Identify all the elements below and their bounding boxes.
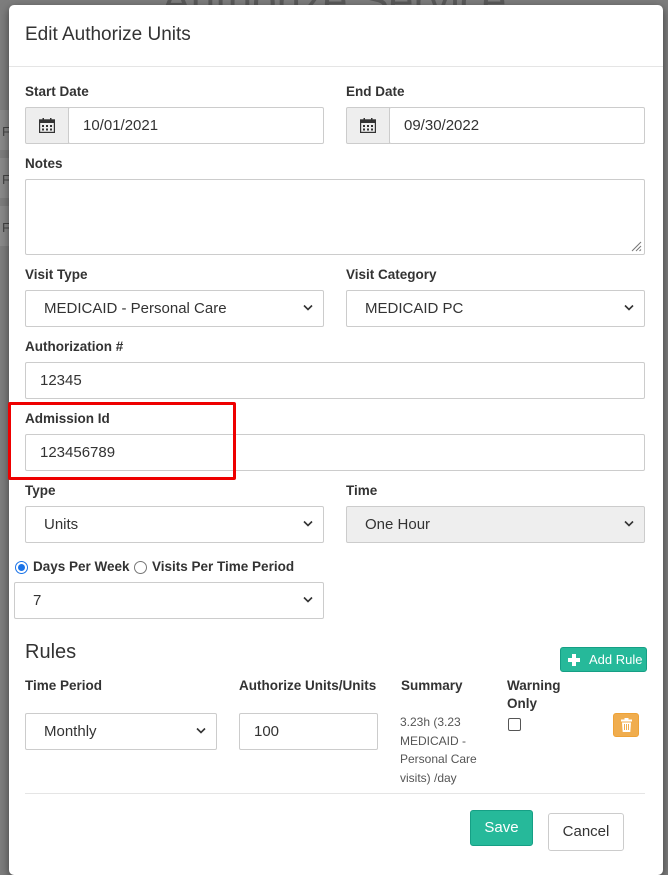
col-header-authorize-units: Authorize Units/Units [239, 678, 377, 693]
time-value: One Hour [365, 516, 431, 533]
rule-units-input[interactable]: 100 [239, 713, 378, 750]
rule-time-period-select[interactable]: Monthly [25, 713, 217, 750]
edit-authorize-units-modal: Edit Authorize Units Start Date 10/01/20… [8, 5, 663, 875]
cancel-button[interactable]: Cancel [548, 813, 624, 851]
end-date-input[interactable]: 09/30/2022 [389, 107, 645, 144]
visit-category-label: Visit Category [346, 267, 437, 282]
end-date-calendar-button[interactable] [346, 107, 390, 144]
notes-textarea[interactable] [25, 179, 645, 255]
start-date-input[interactable]: 10/01/2021 [68, 107, 324, 144]
chevron-down-icon [624, 304, 634, 311]
visit-type-value: MEDICAID - Personal Care [44, 300, 227, 317]
frequency-select[interactable]: 7 [14, 582, 324, 619]
time-select: One Hour [346, 506, 645, 543]
rule-summary-line: MEDICAID - [400, 733, 466, 748]
calendar-icon [39, 118, 55, 133]
col-header-time-period: Time Period [25, 678, 103, 693]
chevron-down-icon [196, 727, 206, 734]
time-label: Time [346, 483, 378, 498]
visit-category-select[interactable]: MEDICAID PC [346, 290, 645, 327]
days-per-week-label[interactable]: Days Per Week [33, 559, 130, 574]
delete-rule-button[interactable] [613, 713, 639, 737]
trash-icon [621, 718, 632, 732]
modal-header: Edit Authorize Units [9, 5, 663, 67]
type-label: Type [25, 483, 56, 498]
days-per-week-radio[interactable] [15, 561, 28, 574]
chevron-down-icon [303, 520, 313, 527]
chevron-down-icon [303, 304, 313, 311]
save-button[interactable]: Save [470, 810, 533, 846]
visits-per-time-period-label[interactable]: Visits Per Time Period [152, 559, 294, 574]
add-rule-button[interactable]: Add Rule [560, 647, 647, 672]
modal-title: Edit Authorize Units [25, 24, 191, 45]
admission-id-highlight-box [8, 402, 236, 480]
visit-category-value: MEDICAID PC [365, 300, 464, 317]
rule-summary-line: Personal Care [400, 752, 477, 766]
rule-summary-line: visits) /day [400, 770, 457, 785]
frequency-value: 7 [33, 592, 42, 609]
chevron-down-icon [624, 520, 634, 527]
plus-icon [568, 654, 580, 666]
visit-type-label: Visit Type [25, 267, 88, 282]
rules-title: Rules [25, 641, 77, 663]
start-date-calendar-button[interactable] [25, 107, 69, 144]
start-date-label: Start Date [25, 84, 89, 99]
rule-summary: 3.23h (3.23 MEDICAID - Personal Care vis… [400, 713, 490, 787]
type-select[interactable]: Units [25, 506, 324, 543]
type-value: Units [44, 516, 79, 533]
authorization-number-input[interactable]: 12345 [25, 362, 645, 399]
rule-time-period-value: Monthly [44, 723, 97, 740]
end-date-label: End Date [346, 84, 405, 99]
calendar-icon [360, 118, 376, 133]
chevron-down-icon [303, 596, 313, 603]
footer-divider [25, 793, 645, 794]
rule-summary-line: 3.23h (3.23 [400, 715, 461, 729]
add-rule-label: Add Rule [589, 652, 643, 667]
resize-grip-icon[interactable] [630, 240, 642, 252]
col-header-summary: Summary [401, 678, 463, 693]
visit-type-select[interactable]: MEDICAID - Personal Care [25, 290, 324, 327]
col-header-warning-line1: Warning [507, 678, 561, 693]
visits-per-time-period-radio[interactable] [134, 561, 147, 574]
col-header-warning-line2: Only [507, 696, 538, 711]
authorization-number-label: Authorization # [25, 339, 124, 354]
notes-label: Notes [25, 156, 63, 171]
warning-only-checkbox[interactable] [508, 718, 521, 731]
